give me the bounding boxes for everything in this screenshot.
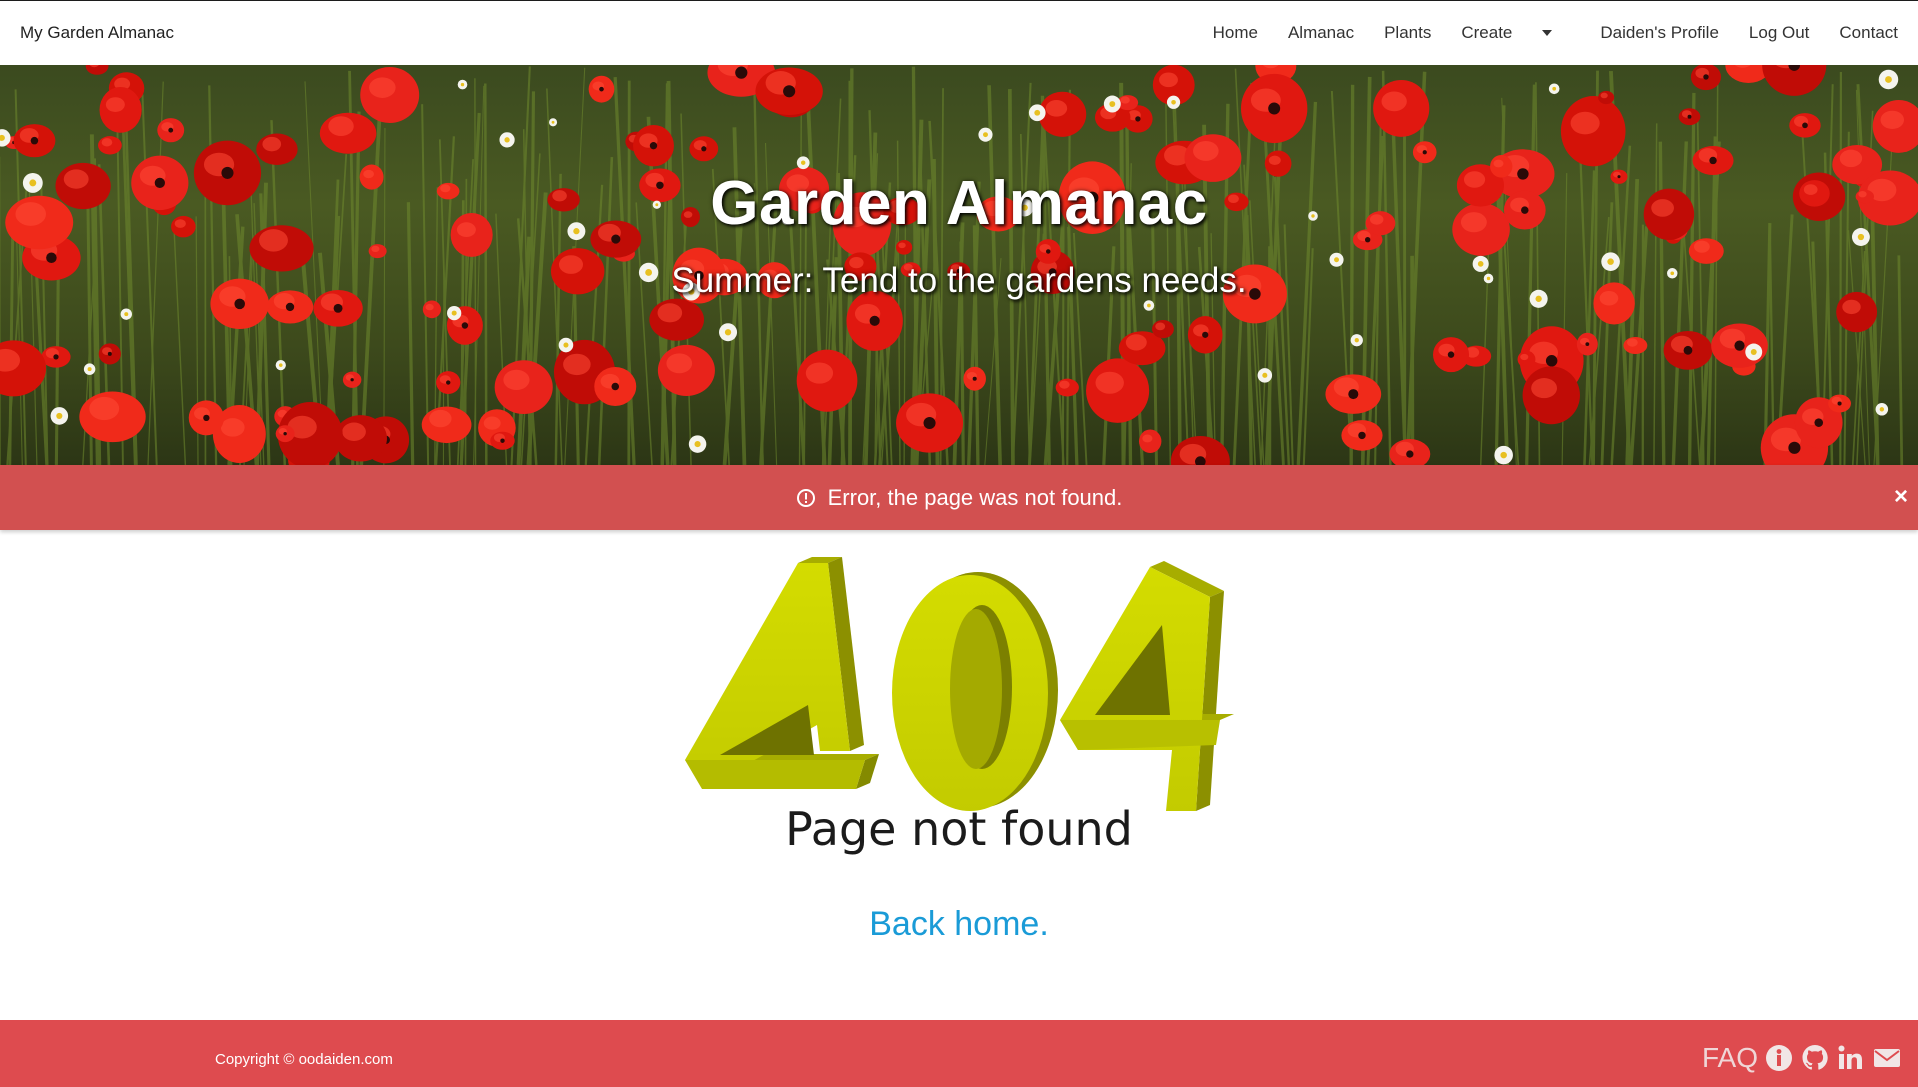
copyright-text: Copyright © oodaiden.com bbox=[215, 1051, 393, 1068]
nav-profile[interactable]: Daiden's Profile bbox=[1585, 1, 1734, 65]
close-icon[interactable]: × bbox=[1894, 485, 1908, 509]
alert-message: Error, the page was not found. bbox=[827, 484, 1123, 510]
hero-title: Garden Almanac bbox=[710, 169, 1208, 238]
nav-plants[interactable]: Plants bbox=[1369, 1, 1446, 65]
hero-banner: Garden Almanac Summer: Tend to the garde… bbox=[0, 65, 1918, 465]
nav-create-label: Create bbox=[1461, 23, 1513, 42]
faq-link[interactable]: FAQ bbox=[1702, 1042, 1758, 1074]
nav-home[interactable]: Home bbox=[1198, 1, 1273, 65]
hero-subtitle: Summer: Tend to the gardens needs. bbox=[671, 261, 1247, 300]
nav-contact[interactable]: Contact bbox=[1824, 1, 1898, 65]
footer: Copyright © oodaiden.com FAQ bbox=[0, 1020, 1918, 1087]
nav-create-dropdown[interactable]: Create bbox=[1446, 1, 1585, 65]
nav-almanac[interactable]: Almanac bbox=[1273, 1, 1369, 65]
nav-logout[interactable]: Log Out bbox=[1734, 1, 1825, 65]
error-alert: Error, the page was not found. × bbox=[0, 465, 1918, 530]
back-home-link[interactable]: Back home. bbox=[0, 905, 1918, 944]
digit-four-right bbox=[1060, 561, 1234, 811]
top-navbar: My Garden Almanac Home Almanac Plants Cr… bbox=[0, 0, 1918, 65]
nav-links: Home Almanac Plants Create Daiden's Prof… bbox=[1198, 1, 1898, 65]
digit-zero bbox=[892, 572, 1058, 811]
footer-links: FAQ bbox=[1702, 1042, 1902, 1074]
digit-four-left bbox=[685, 557, 879, 789]
github-icon[interactable] bbox=[1800, 1043, 1830, 1073]
page-not-found-caption: Page not found bbox=[785, 802, 1133, 856]
info-icon[interactable] bbox=[1764, 1043, 1794, 1073]
exclamation-circle-icon bbox=[796, 488, 815, 507]
caret-down-icon bbox=[1542, 30, 1553, 36]
mail-icon[interactable] bbox=[1872, 1043, 1902, 1073]
linkedin-icon[interactable] bbox=[1836, 1043, 1866, 1073]
brand-link[interactable]: My Garden Almanac bbox=[20, 23, 174, 43]
